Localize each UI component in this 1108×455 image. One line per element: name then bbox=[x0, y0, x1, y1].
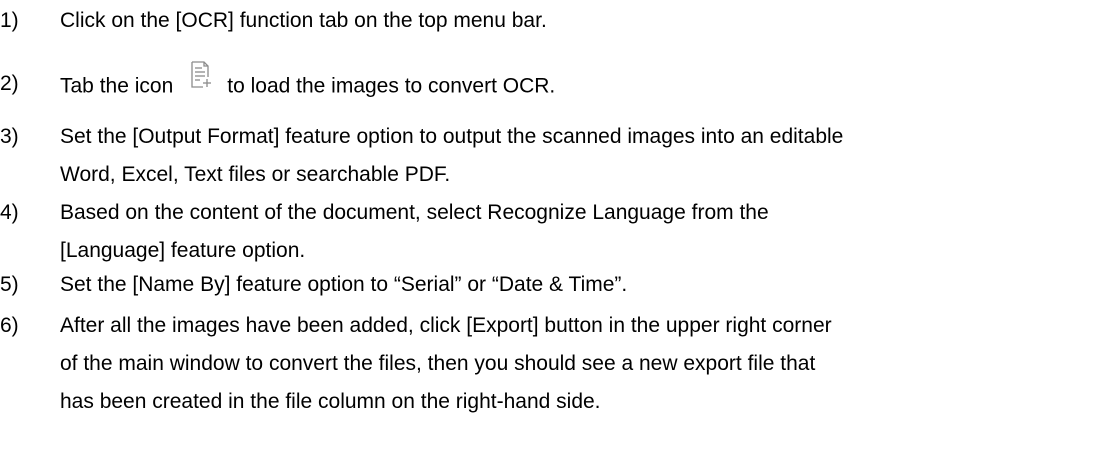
step-text: After all the images have been added, cl… bbox=[60, 307, 1104, 421]
step-text: Set the [Name By] feature option to “Ser… bbox=[60, 270, 1104, 300]
step-text-before-icon: Tab the icon bbox=[60, 74, 174, 98]
step-line: has been created in the file column on t… bbox=[60, 390, 601, 413]
step-line: of the main window to convert the files,… bbox=[60, 352, 816, 375]
step-text: Tab the icon to load the images to conve… bbox=[60, 61, 1104, 105]
add-document-icon bbox=[191, 61, 213, 97]
step-line: Set the [Name By] feature option to “Ser… bbox=[60, 273, 628, 296]
step-number: 5) bbox=[0, 273, 19, 296]
step-text: Based on the content of the document, se… bbox=[60, 194, 1104, 270]
step-line: [Language] feature option. bbox=[60, 239, 306, 262]
step-number: 6) bbox=[0, 314, 19, 337]
instruction-steps: 1) Click on the [OCR] function tab on th… bbox=[0, 0, 1108, 455]
step-number: 4) bbox=[0, 201, 19, 224]
step-number: 2) bbox=[0, 72, 19, 95]
step-line: Word, Excel, Text files or searchable PD… bbox=[60, 163, 451, 186]
step-line: After all the images have been added, cl… bbox=[60, 314, 832, 337]
step-text-after-icon: to load the images to convert OCR. bbox=[227, 74, 556, 98]
step-number: 1) bbox=[0, 9, 19, 32]
step-number: 3) bbox=[0, 125, 19, 148]
step-text: Set the [Output Format] feature option t… bbox=[60, 118, 1104, 194]
step-line: Based on the content of the document, se… bbox=[60, 201, 769, 224]
step-text: Click on the [OCR] function tab on the t… bbox=[60, 6, 1104, 36]
step-line: Set the [Output Format] feature option t… bbox=[60, 125, 844, 148]
step-line: Click on the [OCR] function tab on the t… bbox=[60, 9, 547, 32]
